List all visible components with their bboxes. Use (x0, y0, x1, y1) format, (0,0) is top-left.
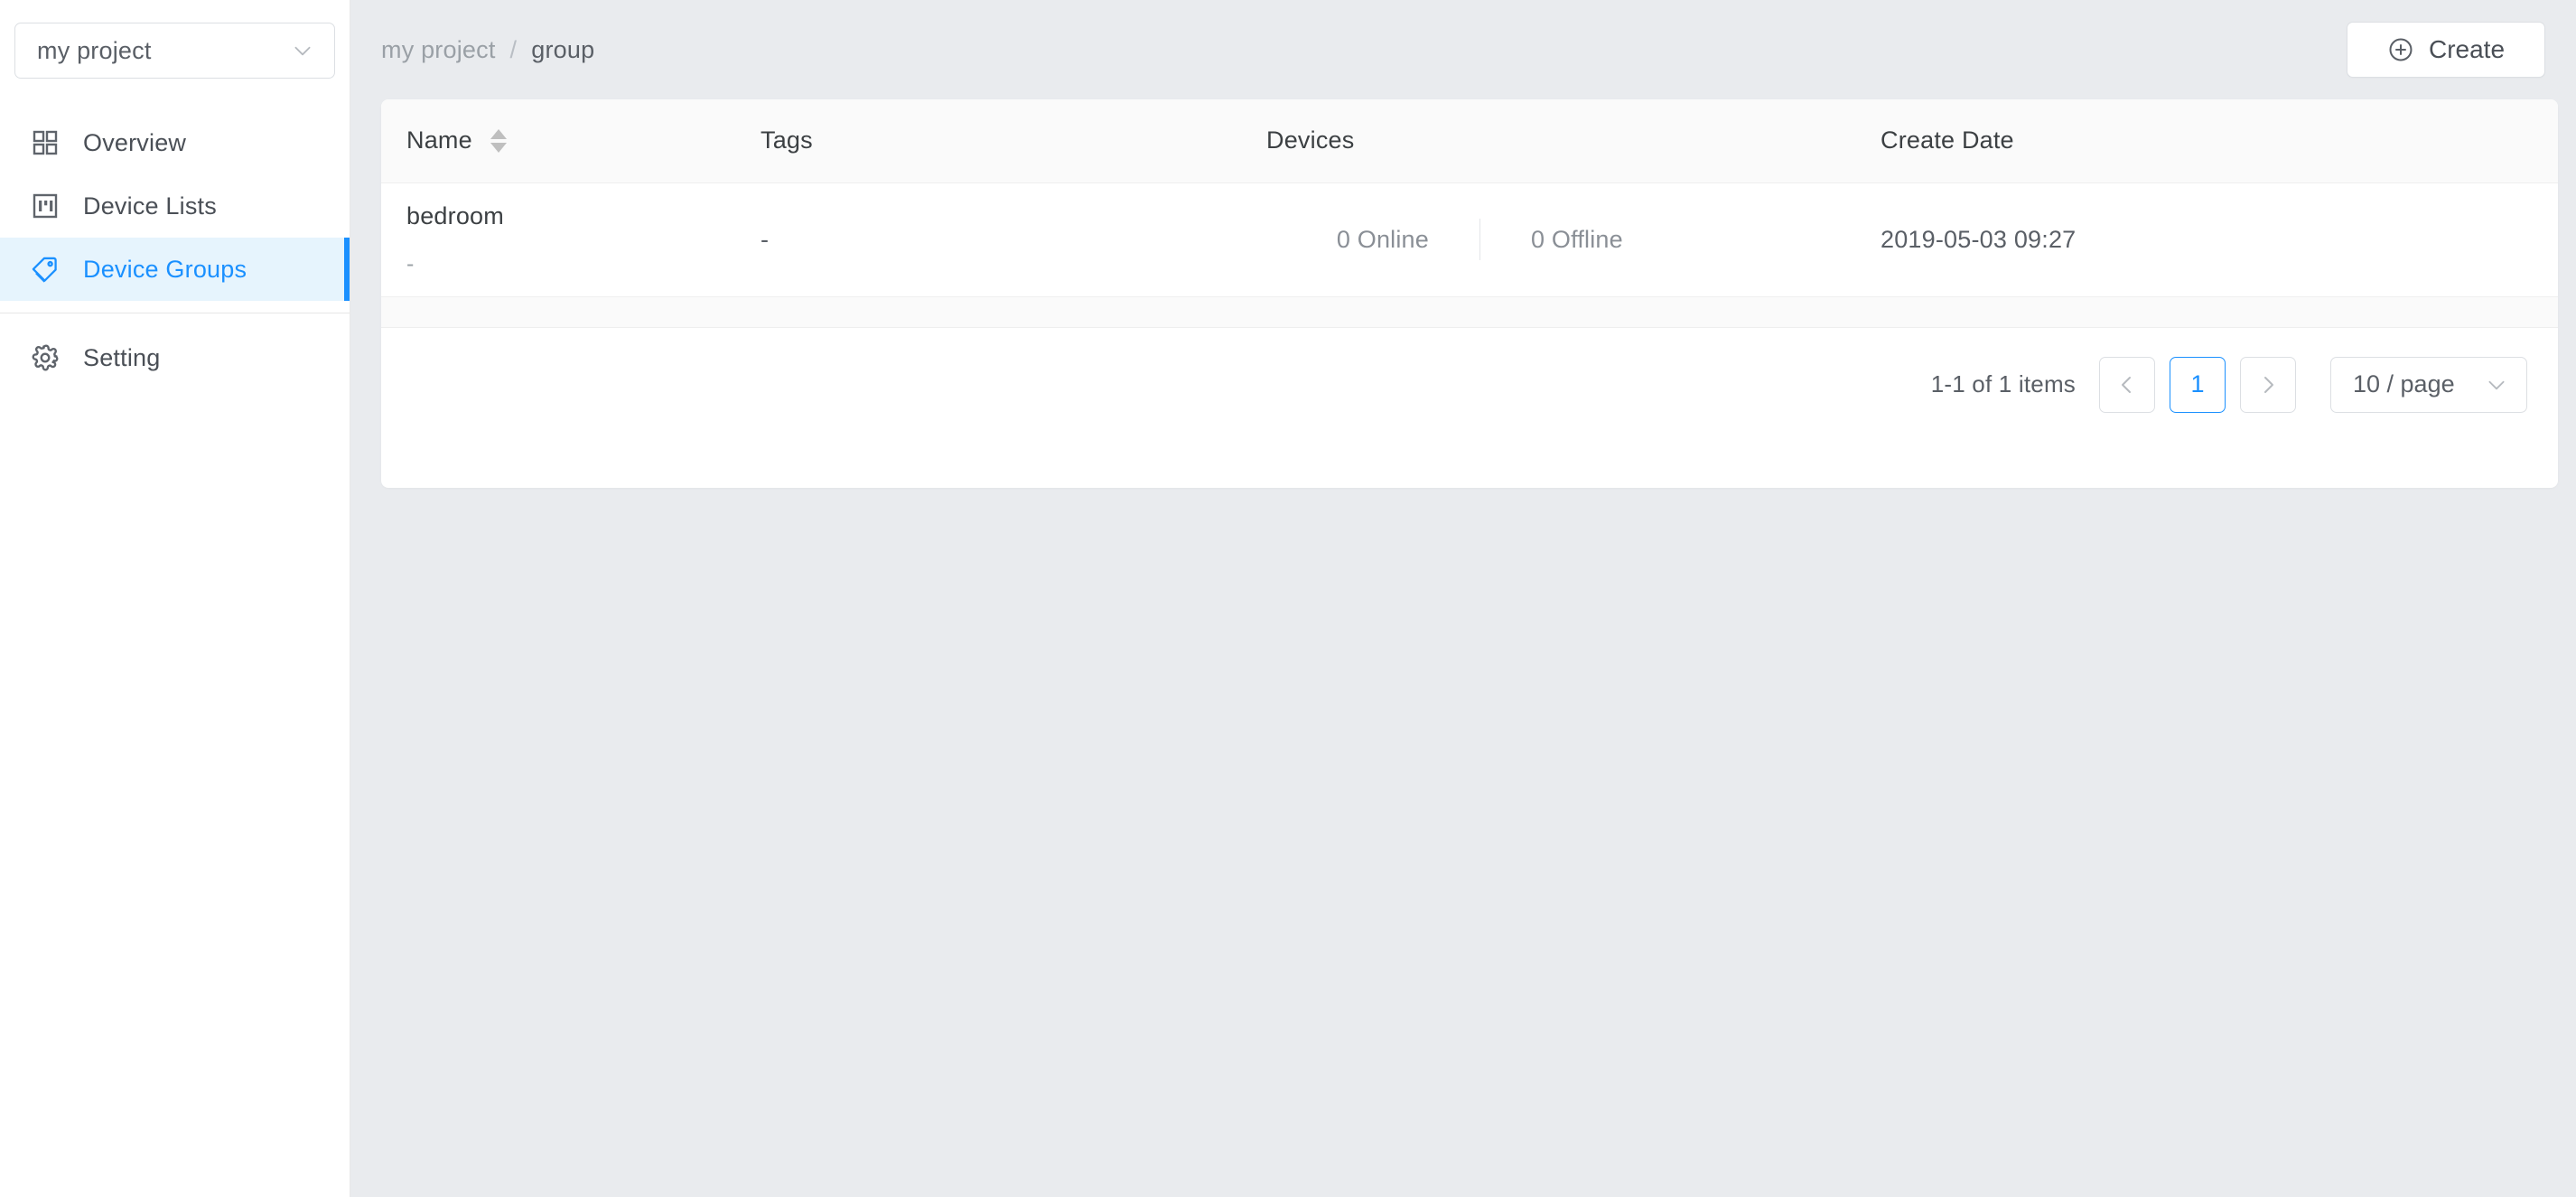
app-root: my project Overview Device Lists Device … (0, 0, 2576, 1197)
sidebar-item-device-groups[interactable]: Device Groups (0, 238, 350, 301)
sidebar-nav: Overview Device Lists Device Groups Sett… (0, 111, 350, 389)
table-row[interactable]: bedroom - - 0 Online 0 Offline 2019-05-0… (381, 182, 2558, 297)
sort-ascending-icon (490, 128, 507, 139)
cell-create-date: 2019-05-03 09:27 (1881, 182, 2558, 297)
breadcrumb: my project / group (381, 36, 594, 64)
sidebar-item-label: Setting (83, 343, 161, 371)
page-size-selector[interactable]: 10 / page (2330, 356, 2527, 413)
chevron-down-icon (291, 39, 314, 62)
pagination-prev-button[interactable] (2099, 356, 2155, 413)
grid-icon (31, 128, 60, 157)
chevron-down-icon (2485, 373, 2508, 397)
cell-name: bedroom - (381, 182, 761, 297)
sort-toggle-name[interactable] (490, 128, 507, 153)
device-groups-card: Name Tags Devices Create Date bedroom - … (381, 99, 2558, 488)
column-header-tags: Tags (761, 99, 1266, 183)
pagination-summary: 1-1 of 1 items (1930, 370, 2076, 397)
table-body: bedroom - - 0 Online 0 Offline 2019-05-0… (381, 182, 2558, 297)
chevron-right-icon (2257, 374, 2279, 396)
content-area: my project / group Create Name Tags Devi… (350, 0, 2576, 1197)
cell-tags: - (761, 182, 1266, 297)
group-name[interactable]: bedroom (406, 203, 761, 229)
column-header-label: Create Date (1881, 126, 2014, 154)
column-header-name[interactable]: Name (381, 99, 761, 183)
sidebar-item-overview[interactable]: Overview (0, 111, 350, 174)
column-header-label: Tags (761, 126, 813, 154)
gear-icon (31, 343, 60, 372)
column-header-devices: Devices (1266, 99, 1881, 183)
sidebar-item-label: Device Groups (83, 255, 247, 283)
page-size-value: 10 / page (2353, 370, 2455, 397)
group-description: - (406, 250, 415, 276)
column-header-create-date: Create Date (1881, 99, 2558, 183)
create-button-label: Create (2428, 35, 2506, 63)
topbar: my project / group Create (350, 0, 2576, 99)
sidebar-item-device-lists[interactable]: Device Lists (0, 174, 350, 238)
chevron-left-icon (2116, 374, 2138, 396)
project-selector[interactable]: my project (14, 23, 335, 79)
create-button[interactable]: Create (2347, 22, 2545, 78)
sidebar: my project Overview Device Lists Device … (0, 0, 350, 1197)
breadcrumb-parent[interactable]: my project (381, 36, 496, 64)
project-selector-value: my project (37, 36, 152, 64)
device-groups-table: Name Tags Devices Create Date bedroom - … (381, 99, 2558, 297)
pagination-page-number: 1 (2190, 370, 2205, 397)
devices-offline-count: 0 Offline (1531, 225, 1623, 253)
plus-circle-icon (2387, 36, 2414, 63)
column-header-label: Name (406, 126, 472, 154)
devices-separator (1479, 219, 1480, 260)
sort-descending-icon (490, 142, 507, 153)
tag-icon (31, 255, 60, 284)
sidebar-item-setting[interactable]: Setting (0, 326, 350, 389)
table-header-row: Name Tags Devices Create Date (381, 99, 2558, 183)
devices-online-count: 0 Online (1336, 225, 1429, 253)
sidebar-nav-bottom: Setting (0, 326, 350, 389)
pagination-next-button[interactable] (2240, 356, 2296, 413)
list-box-icon (31, 192, 60, 220)
cell-devices: 0 Online 0 Offline (1266, 182, 1881, 297)
breadcrumb-separator: / (509, 35, 518, 63)
column-header-label: Devices (1266, 126, 1355, 154)
sidebar-item-label: Overview (83, 128, 187, 156)
table-footer-strip (381, 296, 2558, 328)
sidebar-item-label: Device Lists (83, 192, 217, 220)
pagination: 1-1 of 1 items 1 10 / page (381, 327, 2558, 442)
table-head: Name Tags Devices Create Date (381, 99, 2558, 183)
pagination-page-1[interactable]: 1 (2170, 356, 2226, 413)
breadcrumb-current: group (531, 35, 595, 63)
